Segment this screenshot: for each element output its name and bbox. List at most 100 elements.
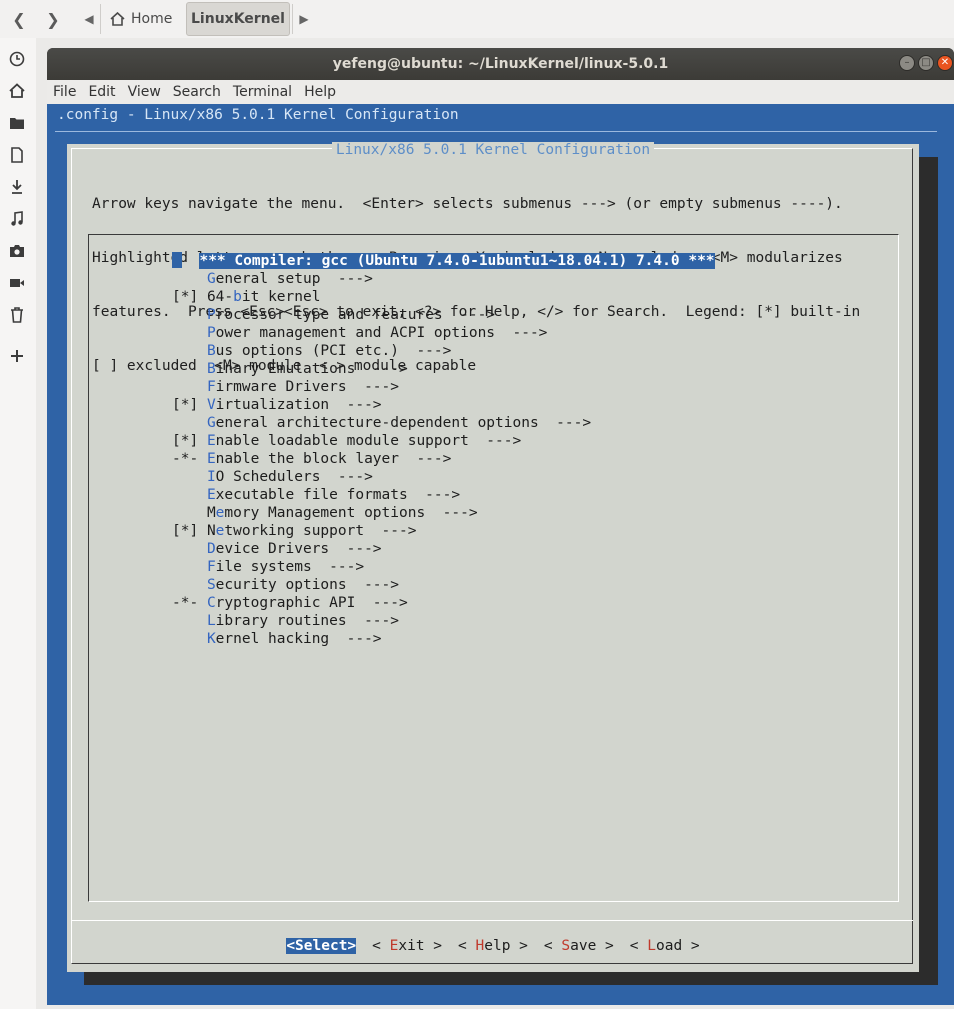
sidebar-item-recent[interactable]	[6, 48, 28, 70]
button-bracket: <	[372, 938, 390, 954]
document-icon	[11, 147, 23, 163]
menu-item[interactable]: Bus options (PCI etc.) --->	[172, 342, 715, 360]
menu-item[interactable]: *** Compiler: gcc (Ubuntu 7.4.0-1ubuntu1…	[172, 252, 715, 270]
menu-item[interactable]: Power management and ACPI options --->	[172, 324, 715, 342]
menu-view[interactable]: View	[122, 84, 167, 100]
menu-item-text: eneral setup --->	[215, 271, 373, 287]
back-button[interactable]: ❮	[4, 3, 34, 35]
menu-item-text: it kernel	[241, 289, 321, 305]
menu-item-label: IO Schedulers --->	[207, 469, 373, 485]
menu-item[interactable]: Kernel hacking --->	[172, 630, 715, 648]
menu-item-text: ecurity options --->	[215, 577, 399, 593]
dialog-button[interactable]: <Select>	[286, 937, 357, 955]
menu-item[interactable]: -*- Cryptographic API --->	[172, 594, 715, 612]
home-icon	[9, 83, 25, 98]
sidebar-item-videos[interactable]	[6, 272, 28, 294]
sidebar-item-trash[interactable]	[6, 304, 28, 326]
minimize-button[interactable]: –	[899, 55, 915, 71]
breadcrumb-current-label: LinuxKernel	[191, 11, 285, 27]
sidebar-item-pictures[interactable]	[6, 240, 28, 262]
minimize-icon: –	[904, 57, 910, 68]
menu-edit[interactable]: Edit	[82, 84, 121, 100]
menu-item-hotkey: F	[206, 559, 216, 575]
menu-item-gap	[198, 505, 207, 521]
menu-item[interactable]: Executable file formats --->	[172, 486, 715, 504]
menu-item[interactable]: Firmware Drivers --->	[172, 378, 715, 396]
menu-item[interactable]: Memory Management options --->	[172, 504, 715, 522]
menu-item-text: ile systems --->	[215, 559, 365, 575]
menu-item-label: General setup --->	[207, 271, 373, 287]
menu-item-text: ower management and ACPI options --->	[215, 325, 548, 341]
menu-item-text: nable loadable module support --->	[215, 433, 522, 449]
menu-item-label: Enable loadable module support --->	[207, 433, 521, 449]
dialog-button[interactable]: < Load >	[630, 937, 700, 955]
menu-item-state	[172, 487, 198, 503]
menu-item[interactable]: [*] 64-bit kernel	[172, 288, 715, 306]
menu-item[interactable]: Processor type and features --->	[172, 306, 715, 324]
terminal-title: yefeng@ubuntu: ~/LinuxKernel/linux-5.0.1	[332, 56, 669, 72]
menu-item[interactable]: Library routines --->	[172, 612, 715, 630]
menu-item-text: evice Drivers --->	[215, 541, 382, 557]
breadcrumb-scroll-right[interactable]: ▶	[292, 4, 315, 34]
menu-help[interactable]: Help	[298, 84, 342, 100]
menu-item[interactable]: Security options --->	[172, 576, 715, 594]
menu-item-label: General architecture-dependent options -…	[207, 415, 591, 431]
menu-item-gap	[198, 415, 207, 431]
forward-button[interactable]: ❯	[38, 3, 68, 35]
menu-item-label: Executable file formats --->	[207, 487, 460, 503]
menu-item-hotkey: I	[206, 469, 216, 485]
menu-item[interactable]: Binary Emulations --->	[172, 360, 715, 378]
menu-item[interactable]: -*- Enable the block layer --->	[172, 450, 715, 468]
menu-item-label: Memory Management options --->	[207, 505, 478, 521]
menu-item[interactable]: General architecture-dependent options -…	[172, 414, 715, 432]
dialog-button[interactable]: < Exit >	[372, 937, 442, 955]
menu-item-state	[172, 361, 198, 377]
menu-item-hotkey: B	[206, 343, 216, 359]
menu-item-hotkey: b	[233, 289, 242, 305]
menu-item-hotkey: E	[206, 433, 216, 449]
menu-item-text: O Schedulers --->	[215, 469, 373, 485]
menu-item-label: Processor type and features --->	[207, 307, 495, 323]
menu-item[interactable]: [*] Virtualization --->	[172, 396, 715, 414]
download-icon	[12, 180, 22, 194]
sidebar-item-folder[interactable]	[6, 112, 28, 134]
menu-item[interactable]: IO Schedulers --->	[172, 468, 715, 486]
menu-item-label: Binary Emulations --->	[207, 361, 408, 377]
terminal-screen[interactable]: .config - Linux/x86 5.0.1 Kernel Configu…	[47, 104, 954, 1005]
menu-item-gap	[198, 451, 207, 467]
maximize-button[interactable]: □	[918, 55, 934, 71]
menu-item-hotkey: C	[206, 595, 216, 611]
menu-item-text: irtualization --->	[215, 397, 382, 413]
terminal-titlebar[interactable]: yefeng@ubuntu: ~/LinuxKernel/linux-5.0.1…	[47, 48, 954, 80]
menu-item-state: -*-	[172, 451, 199, 467]
menu-file[interactable]: File	[47, 84, 82, 100]
music-icon	[11, 211, 23, 226]
menu-item-gap	[198, 325, 207, 341]
menu-item[interactable]: Device Drivers --->	[172, 540, 715, 558]
menu-item[interactable]: [*] Enable loadable module support --->	[172, 432, 715, 450]
menu-item-hotkey: B	[206, 361, 216, 377]
kconfig-dialog: Linux/x86 5.0.1 Kernel Configuration Arr…	[67, 142, 919, 972]
menu-item-gap	[198, 595, 207, 611]
sidebar-item-other-locations[interactable]	[6, 345, 28, 367]
dialog-button[interactable]: < Save >	[544, 937, 614, 955]
breadcrumb-current[interactable]: LinuxKernel	[186, 2, 290, 36]
menu-item[interactable]: File systems --->	[172, 558, 715, 576]
sidebar-item-home[interactable]	[6, 80, 28, 102]
menu-terminal[interactable]: Terminal	[227, 84, 298, 100]
sidebar-item-downloads[interactable]	[6, 176, 28, 198]
menu-item-state	[172, 505, 198, 521]
button-bracket: <	[458, 938, 476, 954]
sidebar-item-music[interactable]	[6, 208, 28, 230]
sidebar-item-documents[interactable]	[6, 144, 28, 166]
menu-item[interactable]: [*] Networking support --->	[172, 522, 715, 540]
breadcrumb-scroll-left[interactable]: ◀	[78, 4, 101, 34]
dialog-button[interactable]: < Help >	[458, 937, 528, 955]
breadcrumb-home[interactable]: Home	[102, 2, 182, 36]
menu-item-label: Library routines --->	[207, 613, 399, 629]
menu-search[interactable]: Search	[167, 84, 227, 100]
menu-item[interactable]: General setup --->	[172, 270, 715, 288]
close-button[interactable]: ✕	[937, 55, 953, 71]
button-bracket: >	[424, 938, 443, 954]
menu-item-text: ryptographic API --->	[215, 595, 408, 611]
